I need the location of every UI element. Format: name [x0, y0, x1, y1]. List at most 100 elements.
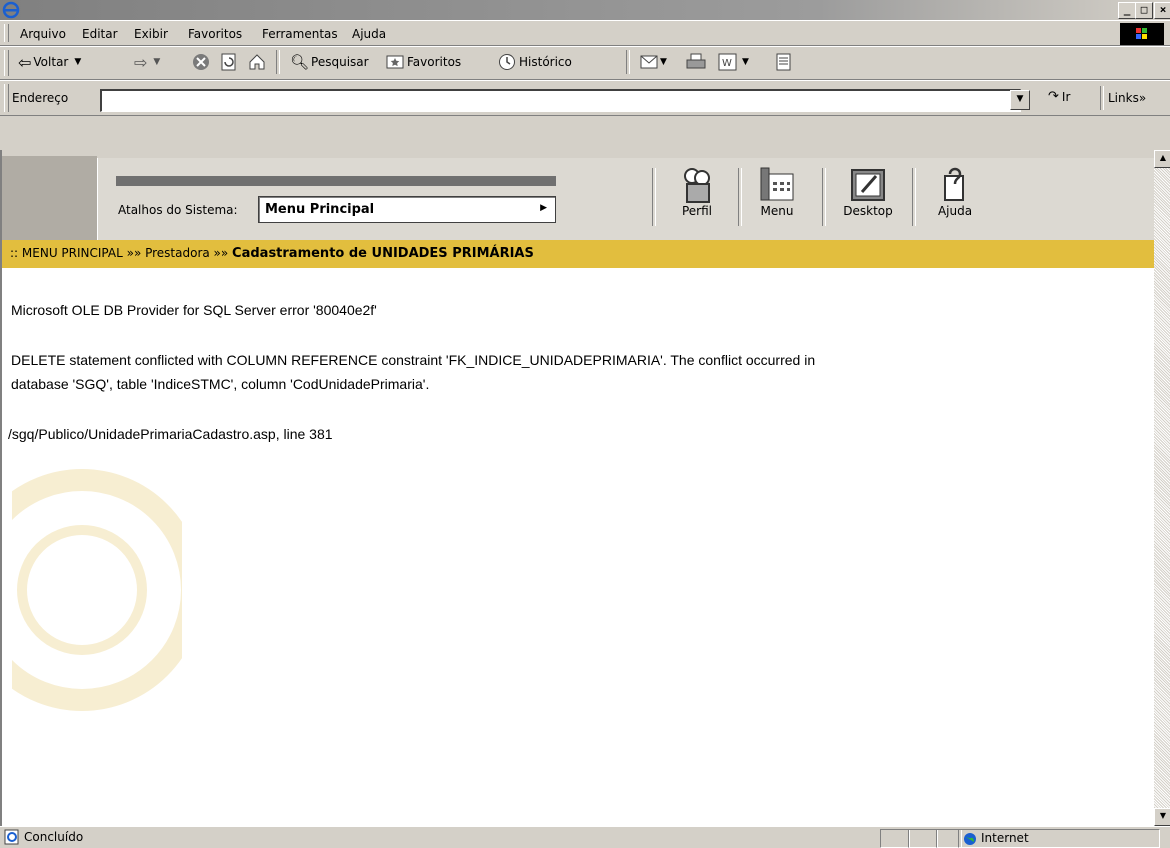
scroll-spacer: [1154, 164, 1170, 172]
close-button[interactable]: ×: [1154, 2, 1170, 19]
shortcut-select[interactable]: Menu Principal ▶: [258, 196, 556, 223]
header-band: [97, 158, 1154, 252]
caret-right-icon: ▶: [540, 203, 547, 213]
menu-arquivo[interactable]: Arquivo: [20, 27, 66, 41]
menu-button[interactable]: Menu: [752, 164, 802, 218]
home-button[interactable]: [248, 51, 266, 73]
error-location-line: /sgq/Publico/UnidadePrimariaCadastro.asp…: [8, 426, 333, 442]
app-header: [2, 150, 1154, 254]
menu-bar: Arquivo Editar Exibir Favoritos Ferramen…: [0, 20, 1170, 46]
back-dropdown-icon[interactable]: ▼: [74, 57, 81, 67]
menu-editar[interactable]: Editar: [82, 27, 118, 41]
shortcut-label: Atalhos do Sistema:: [118, 203, 238, 217]
back-button[interactable]: ⇦ Voltar ▼: [18, 51, 81, 73]
standard-toolbar: ⇦ Voltar ▼ ⇨ ▼ 🔍︎ Pesquisar Favoritos Hi…: [0, 46, 1170, 80]
links-separator: [1100, 86, 1104, 110]
go-button[interactable]: ↷ Ir: [1048, 89, 1070, 104]
ajuda-label: Ajuda: [937, 204, 973, 218]
status-panel: [908, 829, 938, 848]
header-separator: [652, 168, 656, 226]
scroll-down-button[interactable]: ▼: [1154, 808, 1170, 826]
history-button[interactable]: Histórico: [498, 51, 572, 73]
desktop-button[interactable]: Desktop: [838, 164, 898, 218]
security-zone-panel: Internet: [958, 829, 1160, 848]
toolbar-separator: [626, 50, 630, 74]
chrome-spacer: [0, 116, 1170, 150]
history-icon: [499, 54, 515, 70]
header-separator: [822, 168, 826, 226]
toolbar-separator: [276, 50, 280, 74]
address-grip[interactable]: [4, 84, 9, 112]
desktop-icon: [851, 169, 885, 201]
zone-label: Internet: [981, 831, 1029, 845]
status-bar: Concluído Internet: [0, 826, 1170, 848]
gear-watermark-icon: [12, 469, 182, 711]
vertical-scrollbar[interactable]: ▲ ▼: [1154, 150, 1170, 826]
menu-grip[interactable]: [4, 24, 9, 42]
window-title-bar[interactable]: _ □ ×: [0, 0, 1170, 20]
search-label: Pesquisar: [311, 55, 369, 69]
favorites-button[interactable]: Favoritos: [386, 51, 461, 73]
menu-label: Menu: [760, 204, 794, 218]
edit-dropdown-icon[interactable]: ▼: [742, 57, 749, 67]
back-label: Voltar: [33, 55, 69, 69]
menu-window-icon: [760, 167, 794, 201]
header-separator: [738, 168, 742, 226]
links-button[interactable]: Links»: [1108, 91, 1146, 105]
favorites-label: Favoritos: [407, 55, 462, 69]
discuss-icon: [776, 53, 791, 71]
mail-icon: [640, 55, 658, 69]
desktop-label: Desktop: [843, 204, 893, 218]
status-panel: [880, 829, 910, 848]
back-arrow-icon: ⇦: [18, 52, 32, 72]
stop-icon: [193, 54, 209, 70]
go-label: Ir: [1061, 89, 1071, 104]
keys-profile-icon: [684, 168, 710, 203]
favorites-icon: [386, 55, 404, 69]
system-title-redacted: [116, 176, 556, 186]
menu-exibir[interactable]: Exibir: [134, 27, 168, 41]
ie-logo-icon: [2, 1, 20, 19]
help-document-icon: [944, 167, 964, 201]
refresh-icon: [221, 53, 236, 71]
shortcut-select-value: Menu Principal: [265, 202, 375, 217]
maximize-button[interactable]: □: [1135, 2, 1153, 19]
menu-favoritos[interactable]: Favoritos: [188, 27, 242, 41]
history-label: Histórico: [519, 55, 572, 69]
links-label: Links: [1108, 91, 1139, 105]
error-message-line: DELETE statement conflicted with COLUMN …: [11, 352, 816, 368]
minimize-button[interactable]: _: [1118, 2, 1136, 19]
svg-text:W: W: [722, 58, 732, 69]
search-icon: 🔍︎: [290, 53, 310, 71]
search-button[interactable]: 🔍︎ Pesquisar: [290, 51, 369, 73]
breadcrumb-current: Cadastramento de UNIDADES PRIMÁRIAS: [232, 246, 534, 261]
mail-button[interactable]: ▼: [640, 51, 667, 73]
print-button[interactable]: [686, 51, 706, 73]
discuss-button[interactable]: [776, 51, 792, 73]
toolbar-grip[interactable]: [4, 50, 9, 76]
go-arrow-icon: ↷: [1048, 89, 1059, 104]
menu-ferramentas[interactable]: Ferramentas: [262, 27, 338, 41]
perfil-label: Perfil: [681, 204, 713, 218]
word-edit-icon: W: [718, 53, 737, 71]
ajuda-button[interactable]: Ajuda: [930, 164, 980, 218]
stop-button[interactable]: [192, 51, 210, 73]
breadcrumb-path[interactable]: :: MENU PRINCIPAL »» Prestadora »»: [10, 246, 232, 260]
address-dropdown-button[interactable]: ▼: [1010, 90, 1030, 110]
home-icon: [249, 54, 265, 70]
forward-arrow-icon: ⇨: [134, 52, 148, 72]
forward-dropdown-icon[interactable]: ▼: [153, 57, 160, 67]
chevron-right-icon: »: [1138, 91, 1147, 105]
perfil-button[interactable]: Perfil: [672, 164, 722, 218]
refresh-button[interactable]: [220, 51, 238, 73]
printer-icon: [686, 53, 706, 69]
address-input[interactable]: [100, 89, 1021, 112]
status-text: Concluído: [24, 830, 84, 844]
windows-logo-icon: [1120, 23, 1164, 45]
menu-ajuda[interactable]: Ajuda: [352, 27, 386, 41]
breadcrumb: :: MENU PRINCIPAL »» Prestadora »» Cadas…: [2, 240, 1154, 268]
forward-button[interactable]: ⇨ ▼: [134, 51, 160, 73]
mail-dropdown-icon[interactable]: ▼: [660, 57, 667, 67]
page-done-icon: [4, 829, 20, 845]
edit-button[interactable]: W ▼: [718, 51, 749, 73]
